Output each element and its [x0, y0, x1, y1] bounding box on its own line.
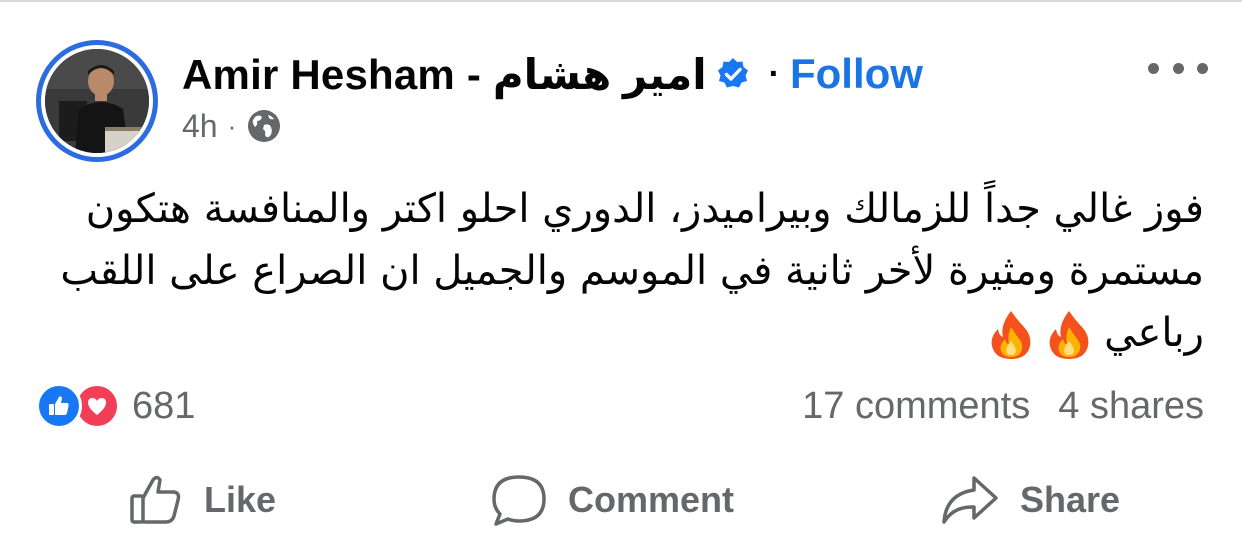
thumbs-up-icon: [36, 383, 82, 429]
more-dot: [1197, 62, 1208, 74]
verified-badge-icon: [715, 56, 751, 92]
author-name[interactable]: Amir Hesham - امير هشام: [182, 50, 707, 99]
meta-dot-separator: ·: [227, 110, 237, 141]
like-label: Like: [204, 479, 277, 520]
post-text-line: فوز غالي جداً للزمالك وبيراميدز، الدوري …: [85, 186, 1204, 232]
header-dot-separator: ·: [768, 54, 780, 93]
comment-label: Comment: [568, 479, 735, 520]
post-meta: 4h ·: [182, 106, 282, 146]
reactions-summary[interactable]: 681: [36, 382, 195, 430]
engagement-counts: 17 comments 4 shares: [802, 382, 1204, 430]
comment-bubble-icon: [492, 475, 546, 526]
post-header: Amir Hesham - امير هشام · Follow: [182, 46, 923, 102]
more-dot: [1172, 62, 1184, 74]
post-timestamp[interactable]: 4h: [182, 108, 218, 145]
fire-emoji-icon: [988, 309, 1034, 361]
follow-button[interactable]: Follow: [790, 50, 923, 98]
comment-button[interactable]: Comment: [490, 466, 734, 534]
top-divider: [0, 0, 1242, 2]
post-text-word: رباعي: [1104, 310, 1204, 356]
post-text-line-last: رباعي: [38, 302, 1204, 364]
reactions-count: 681: [132, 384, 196, 427]
share-arrow-icon: [942, 476, 998, 524]
post-body: فوز غالي جداً للزمالك وبيراميدز، الدوري …: [38, 178, 1204, 364]
post-text-line: مستمرة ومثيرة لأخر ثانية في الموسم والجم…: [60, 248, 1204, 294]
thumbs-up-outline-icon: [130, 475, 181, 524]
share-button[interactable]: Share: [940, 466, 1120, 534]
globe-icon[interactable]: [246, 108, 282, 144]
shares-count[interactable]: 4 shares: [1058, 385, 1204, 428]
fire-emoji-icon: [1046, 309, 1092, 361]
comments-count[interactable]: 17 comments: [802, 385, 1030, 428]
share-label: Share: [1020, 479, 1121, 520]
avatar[interactable]: [45, 49, 149, 153]
avatar-story-ring[interactable]: [36, 40, 158, 162]
more-options-icon[interactable]: [1148, 50, 1208, 86]
like-button[interactable]: Like: [128, 466, 276, 534]
more-dot: [1148, 62, 1159, 74]
action-bar: Like Comment Share: [0, 466, 1242, 534]
